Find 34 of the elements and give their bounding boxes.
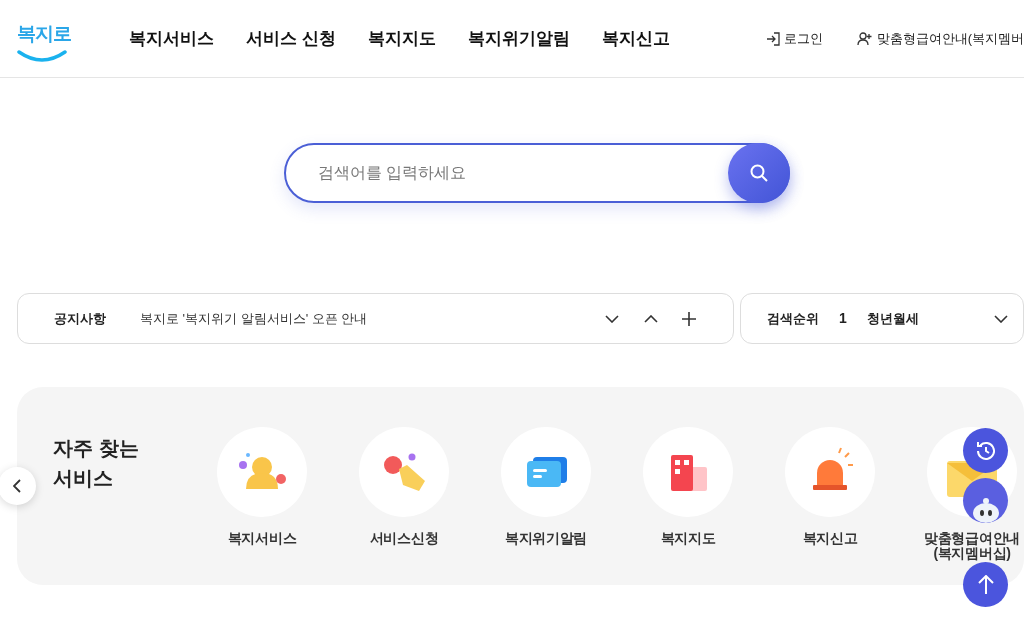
nav-link[interactable]: 서비스 신청 [246, 25, 336, 52]
arrow-up-icon [977, 574, 994, 595]
ranking-keyword[interactable]: 청년월세 [866, 308, 919, 329]
rank-number: 1 [839, 309, 847, 328]
robot-icon [970, 497, 1001, 523]
nav-link[interactable]: 복지지도 [367, 25, 436, 52]
user-plus-icon [856, 31, 873, 46]
notice-label: 공지사항 [54, 309, 106, 328]
search-field[interactable]: 검색어를 입력하세요 [284, 143, 790, 203]
service-label[interactable]: 복지위기알림 [504, 531, 588, 546]
chevron-down-icon [605, 314, 619, 323]
nav-link[interactable]: 복지신고 [601, 25, 670, 52]
search-icon [749, 163, 769, 183]
search-button[interactable] [728, 143, 790, 203]
login-link[interactable]: 로그인 [765, 28, 823, 49]
service-label[interactable]: 맞춤형급여안내 (복지멤버십) [924, 531, 1020, 561]
nav-link[interactable]: 복지위기알림 [467, 25, 570, 52]
member-link[interactable]: 맞춤형급여안내(복지멤버 [856, 28, 1024, 49]
chevron-down-icon [993, 314, 1008, 323]
chevron-left-icon [13, 479, 21, 493]
previous-button[interactable] [0, 467, 36, 505]
service-label[interactable]: 복지서비스 [227, 531, 297, 546]
section-title: 자주 찾는 서비스 [53, 436, 140, 491]
search-input[interactable]: 검색어를 입력하세요 [286, 161, 724, 185]
service-label[interactable]: 서비스신청 [369, 531, 439, 546]
notice-text[interactable]: 복지로 '복지위기 알림서비스' 오픈 안내 [140, 308, 368, 329]
service-label[interactable]: 복지지도 [660, 531, 716, 546]
smile-icon [17, 49, 67, 62]
plus-icon [682, 311, 696, 326]
ranking-label: 검색순위 [767, 309, 819, 328]
service-label[interactable]: 복지신고 [802, 531, 858, 546]
login-icon [765, 31, 780, 46]
chevron-up-icon [644, 314, 658, 323]
nav-link[interactable]: 복지서비스 [129, 25, 214, 52]
